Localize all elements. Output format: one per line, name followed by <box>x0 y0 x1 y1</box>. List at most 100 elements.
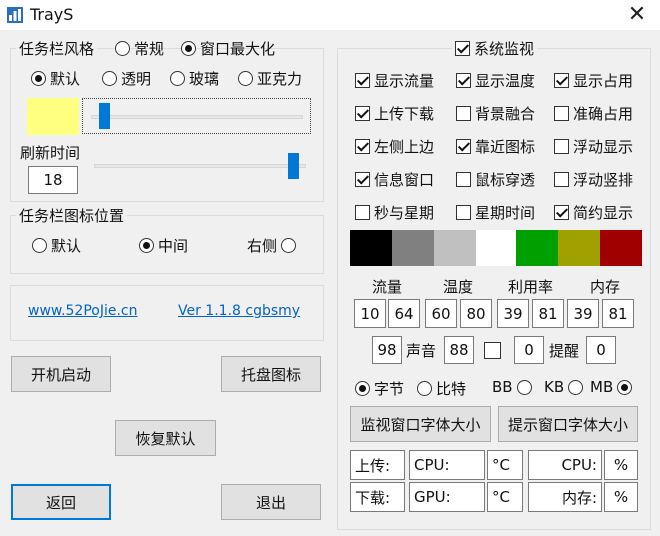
radio-icon <box>102 71 117 86</box>
color-swatch-1[interactable] <box>392 230 434 266</box>
checkbox-icon <box>456 205 471 220</box>
monitor-option-11[interactable]: 浮动竖排 <box>554 169 633 190</box>
threshold-input-2[interactable]: 60 <box>425 299 457 328</box>
color-swatch-6[interactable] <box>600 230 642 266</box>
refresh-slider[interactable] <box>90 150 312 184</box>
effect-glass[interactable]: 玻璃 <box>170 68 219 89</box>
system-monitor-toggle[interactable]: 系统监视 <box>452 38 538 59</box>
remind-input-2[interactable]: 0 <box>586 336 616 364</box>
monitor-option-14[interactable]: 简约显示 <box>554 202 633 223</box>
color-swatch-4[interactable] <box>516 230 558 266</box>
monitor-option-12[interactable]: 秒与星期 <box>355 202 434 223</box>
download-template[interactable]: 下载: <box>350 482 405 512</box>
radio-selected-icon <box>181 41 196 56</box>
site-link[interactable]: www.52PoJie.cn <box>28 303 138 319</box>
sound-input-2[interactable]: 88 <box>444 336 474 364</box>
upload-template[interactable]: 上传: <box>350 450 405 480</box>
sound-checkbox[interactable] <box>484 342 501 359</box>
size-bb[interactable]: BB <box>492 378 532 396</box>
mem-pct-template[interactable]: % <box>604 482 638 512</box>
size-mb[interactable]: MB <box>590 378 633 396</box>
remind-label: 提醒 <box>549 342 580 360</box>
radio-icon <box>516 379 532 395</box>
header-usage: 利用率 <box>508 278 554 296</box>
threshold-input-1[interactable]: 64 <box>388 299 420 328</box>
size-kb[interactable]: KB <box>544 378 584 396</box>
threshold-input-4[interactable]: 39 <box>497 299 529 328</box>
monitor-option-10[interactable]: 鼠标穿透 <box>456 169 535 190</box>
position-center[interactable]: 中间 <box>139 235 188 256</box>
position-right[interactable]: 右侧 <box>247 235 297 256</box>
monitor-option-9[interactable]: 信息窗口 <box>355 169 434 190</box>
color-swatch-3[interactable] <box>476 230 516 266</box>
color-swatch-0[interactable] <box>350 230 392 266</box>
mem-usage-template[interactable]: 内存: <box>528 482 602 512</box>
effect-default[interactable]: 默认 <box>31 68 80 89</box>
temp-unit-template-2[interactable]: °C <box>487 482 523 512</box>
sound-input[interactable]: 98 <box>372 336 402 364</box>
remind-input[interactable]: 0 <box>514 336 544 364</box>
checkbox-icon <box>456 106 471 121</box>
threshold-input-5[interactable]: 81 <box>532 299 564 328</box>
monitor-option-8[interactable]: 浮动显示 <box>554 136 633 157</box>
monitor-option-0[interactable]: 显示流量 <box>355 70 434 91</box>
threshold-input-7[interactable]: 81 <box>602 299 634 328</box>
temp-unit-template[interactable]: °C <box>487 450 523 480</box>
effect-acrylic[interactable]: 亚克力 <box>238 68 302 89</box>
monitor-option-3[interactable]: 上传下载 <box>355 103 434 124</box>
monitor-option-5[interactable]: 准确占用 <box>554 103 633 124</box>
tray-icon-button[interactable]: 托盘图标 <box>221 356 321 392</box>
gpu-temp-template[interactable]: GPU: <box>409 482 485 512</box>
checkbox-icon <box>554 106 569 121</box>
cpu-pct-template[interactable]: % <box>604 450 638 480</box>
position-default[interactable]: 默认 <box>32 235 81 256</box>
version-link[interactable]: Ver 1.1.8 cgbsmy <box>178 303 300 319</box>
color-swatch-2[interactable] <box>434 230 476 266</box>
back-button[interactable]: 返回 <box>11 484 111 520</box>
monitor-option-2[interactable]: 显示占用 <box>554 70 633 91</box>
threshold-input-0[interactable]: 10 <box>354 299 386 328</box>
checkbox-icon <box>355 205 370 220</box>
restore-default-button[interactable]: 恢复默认 <box>115 420 216 456</box>
monitor-option-13[interactable]: 星期时间 <box>456 202 535 223</box>
monitor-option-4[interactable]: 背景融合 <box>456 103 535 124</box>
icon-position-title: 任务栏图标位置 <box>16 205 128 226</box>
slider-track <box>94 164 306 168</box>
close-icon[interactable]: ✕ <box>624 2 650 28</box>
window-title: TrayS <box>30 5 74 24</box>
refresh-input[interactable]: 18 <box>28 166 78 194</box>
tip-font-size-button[interactable]: 提示窗口字体大小 <box>498 406 638 442</box>
taskbar-color-swatch[interactable] <box>27 98 79 135</box>
style-mode-normal[interactable]: 常规 <box>115 38 164 59</box>
radio-icon <box>238 71 253 86</box>
radio-selected-icon <box>617 379 633 395</box>
monitor-option-6[interactable]: 左侧上边 <box>355 136 434 157</box>
transparency-slider[interactable] <box>82 98 311 134</box>
unit-bytes[interactable]: 字节 <box>355 378 404 399</box>
threshold-input-3[interactable]: 80 <box>460 299 492 328</box>
color-swatch-5[interactable] <box>558 230 600 266</box>
trays-app-icon <box>6 6 24 24</box>
unit-bits[interactable]: 比特 <box>417 378 466 399</box>
cpu-usage-template[interactable]: CPU: <box>528 450 602 480</box>
effect-transparent[interactable]: 透明 <box>102 68 151 89</box>
style-mode-maximized[interactable]: 窗口最大化 <box>181 38 275 59</box>
radio-icon <box>32 238 47 253</box>
slider-thumb[interactable] <box>99 103 110 129</box>
radio-icon <box>115 41 130 56</box>
autostart-button[interactable]: 开机启动 <box>11 356 111 392</box>
radio-icon <box>417 381 432 396</box>
checkbox-checked-icon <box>355 106 370 121</box>
threshold-input-6[interactable]: 39 <box>567 299 599 328</box>
monitor-option-7[interactable]: 靠近图标 <box>456 136 535 157</box>
cpu-temp-template[interactable]: CPU: <box>409 450 485 480</box>
slider-thumb[interactable] <box>288 153 299 179</box>
header-temperature: 温度 <box>443 278 474 296</box>
radio-selected-icon <box>355 381 370 396</box>
checkbox-checked-icon <box>355 73 370 88</box>
monitor-option-1[interactable]: 显示温度 <box>456 70 535 91</box>
monitor-font-size-button[interactable]: 监视窗口字体大小 <box>350 406 491 442</box>
exit-button[interactable]: 退出 <box>221 484 321 520</box>
checkbox-checked-icon <box>554 205 569 220</box>
radio-selected-icon <box>139 238 154 253</box>
